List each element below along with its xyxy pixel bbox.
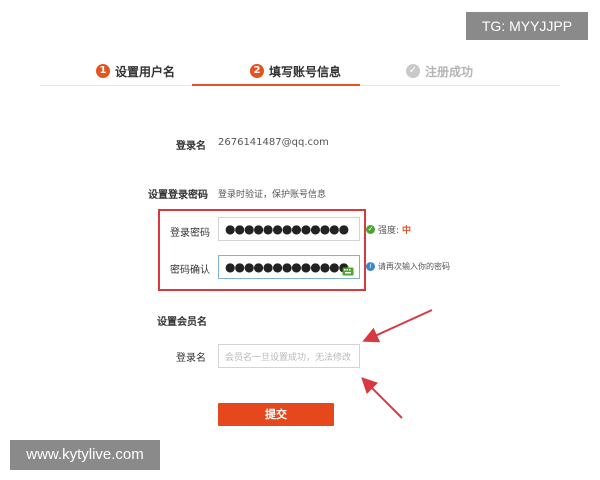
annotation-arrow-lower [361, 377, 403, 419]
annotation-arrow-upper [362, 309, 433, 343]
password-section-subtitle: 登录时验证，保护账号信息 [218, 190, 327, 200]
step-number-1: 1 [96, 64, 110, 78]
password-section-title: 设置登录密码 [148, 190, 208, 201]
member-name-placeholder: 会员名一旦设置成功，无法修改 [225, 353, 352, 363]
check-circle-icon: ✓ [366, 225, 375, 234]
info-icon: i [366, 262, 375, 271]
checkmark-icon: ✓ [406, 64, 420, 78]
step-set-username: 1 设置用户名 [96, 62, 175, 80]
step-register-success: ✓ 注册成功 [406, 62, 473, 80]
step-label: 注册成功 [425, 64, 474, 79]
step-number-2: 2 [250, 64, 264, 78]
strength-label: 强度: [378, 226, 400, 236]
password-label: 登录密码 [170, 228, 210, 239]
annotation-arrows [361, 309, 433, 419]
password-strength: ✓ 强度: 中 [366, 223, 411, 236]
step-fill-account-info: 2 填写账号信息 [250, 62, 341, 80]
confirm-password-label: 密码确认 [170, 265, 210, 276]
confirm-password-value: ●●●●●●●●●●●●● [225, 260, 349, 274]
strength-value: 中 [402, 226, 412, 236]
step-label: 填写账号信息 [269, 64, 342, 79]
member-section-title: 设置会员名 [157, 317, 207, 328]
watermark-url: www.kytylive.com [10, 440, 160, 470]
submit-button[interactable]: 提交 [218, 403, 334, 426]
confirm-hint-text: 请再次输入你的密码 [378, 262, 450, 271]
login-name-value: 2676141487@qq.com [218, 137, 329, 148]
member-name-input[interactable]: 会员名一旦设置成功，无法修改 [218, 344, 360, 368]
step-progress-active [192, 84, 360, 86]
step-label: 设置用户名 [115, 64, 176, 79]
watermark-tg: TG: MYYJJPP [466, 12, 588, 40]
confirm-password-input[interactable]: ●●●●●●●●●●●●● [218, 255, 360, 279]
login-name-label: 登录名 [176, 141, 206, 152]
member-name-label: 登录名 [176, 353, 206, 364]
keyboard-icon[interactable] [342, 261, 354, 276]
password-input[interactable]: ●●●●●●●●●●●●● [218, 217, 360, 241]
confirm-password-hint: i 请再次输入你的密码 [366, 261, 450, 272]
